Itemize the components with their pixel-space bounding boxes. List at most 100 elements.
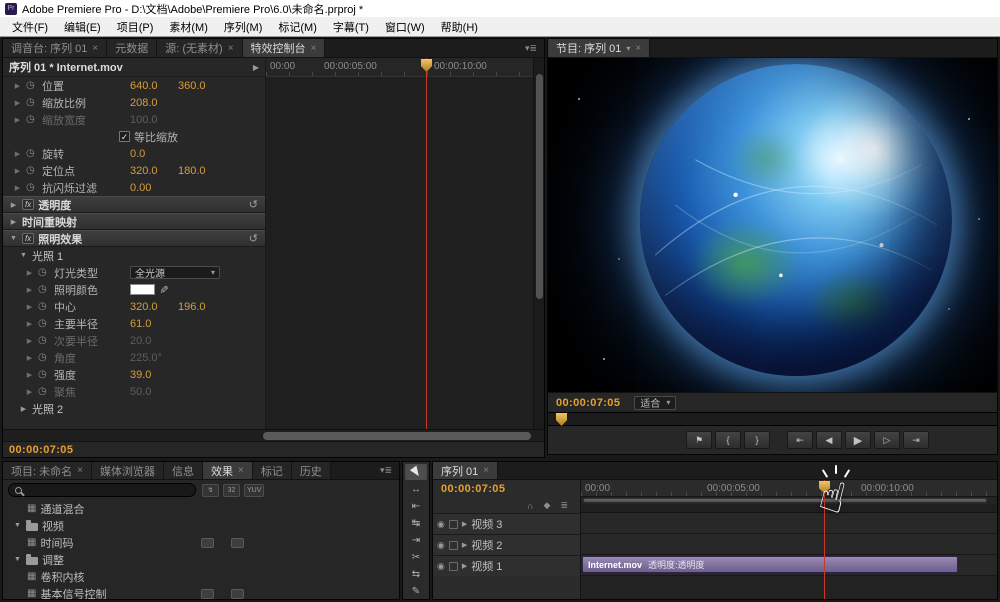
close-icon[interactable]: ×: [238, 465, 244, 476]
expander-icon[interactable]: ▶: [9, 201, 18, 209]
effects-folder-row[interactable]: ▼ 视频: [3, 517, 399, 534]
scrollbar-thumb[interactable]: [536, 74, 543, 299]
effect-item-row[interactable]: ▦ 通道混合: [3, 500, 399, 517]
param-value[interactable]: 360.0: [178, 80, 222, 92]
program-timecode[interactable]: 00:00:07:05: [556, 397, 620, 409]
accelerated-effects-icon[interactable]: ↯: [202, 483, 219, 497]
scrollbar-thumb[interactable]: [263, 432, 531, 440]
panel-menu-icon[interactable]: ▾≣: [518, 39, 544, 57]
expander-icon[interactable]: ▶: [13, 167, 22, 175]
stopwatch-icon[interactable]: ◷: [38, 369, 50, 380]
color-swatch[interactable]: [130, 284, 155, 295]
param-value[interactable]: 320.0: [130, 165, 174, 177]
expander-icon[interactable]: ▶: [462, 520, 467, 528]
work-area-bar[interactable]: [583, 498, 987, 503]
settings-icon[interactable]: ≣: [560, 500, 568, 511]
effects-panel-tab[interactable]: 媒体浏览器: [91, 462, 164, 479]
expander-icon[interactable]: ▶: [25, 320, 34, 328]
param-value[interactable]: 640.0: [130, 80, 174, 92]
param-value[interactable]: 208.0: [130, 97, 174, 109]
stopwatch-icon[interactable]: ◷: [26, 148, 38, 159]
menu-item[interactable]: 序列(M): [216, 17, 271, 37]
stopwatch-icon[interactable]: ◷: [38, 386, 50, 397]
effects-panel-tab[interactable]: 效果 ×: [202, 462, 253, 479]
reset-icon[interactable]: ↺: [249, 232, 258, 245]
current-timecode[interactable]: 00:00:07:05: [9, 444, 73, 456]
effect-group-row[interactable]: ▼ 光照 1: [3, 247, 265, 264]
effects-search-box[interactable]: [8, 483, 196, 497]
stopwatch-icon[interactable]: ◷: [38, 301, 50, 312]
ripple-edit-tool[interactable]: ⇤: [405, 498, 427, 514]
track-output-icon[interactable]: ◉: [437, 561, 445, 572]
stopwatch-icon[interactable]: ◷: [38, 284, 50, 295]
stopwatch-icon[interactable]: ◷: [38, 335, 50, 346]
effect-playhead-line[interactable]: [421, 58, 432, 429]
mark-in-button[interactable]: {: [715, 431, 741, 449]
timeline-timecode[interactable]: 00:00:07:05: [441, 483, 505, 495]
stopwatch-icon[interactable]: ◷: [26, 97, 38, 108]
timeline-tab[interactable]: 序列 01 ×: [433, 462, 499, 479]
stopwatch-icon[interactable]: ◷: [38, 267, 50, 278]
effect-item-row[interactable]: ▦ 时间码: [3, 534, 399, 551]
effect-item-row[interactable]: ▦ 卷积内核: [3, 568, 399, 585]
expander-icon[interactable]: ▶: [13, 99, 22, 107]
expander-icon[interactable]: ▶: [25, 286, 34, 294]
track-output-icon[interactable]: ◉: [437, 519, 445, 530]
stopwatch-icon[interactable]: ◷: [26, 80, 38, 91]
zoom-fit-dropdown[interactable]: 适合 ▾: [634, 395, 677, 410]
stopwatch-icon[interactable]: ◷: [26, 182, 38, 193]
menu-item[interactable]: 素材(M): [161, 17, 216, 37]
expander-icon[interactable]: ▼: [19, 252, 28, 259]
go-to-out-button[interactable]: ⇥: [903, 431, 929, 449]
expander-icon[interactable]: ▶: [25, 371, 34, 379]
track-lane[interactable]: Internet.mov 透明度:透明度: [581, 555, 997, 576]
timeline-clip[interactable]: Internet.mov 透明度:透明度: [582, 556, 958, 573]
close-icon[interactable]: ×: [311, 43, 317, 54]
selection-tool[interactable]: [405, 464, 427, 480]
expander-icon[interactable]: ▶: [25, 303, 34, 311]
chevron-down-icon[interactable]: ▾: [626, 44, 630, 53]
close-icon[interactable]: ×: [228, 43, 234, 54]
effect-controls-tab[interactable]: 元数据: [107, 39, 158, 57]
expander-icon[interactable]: ▼: [9, 235, 18, 242]
timeline-ruler[interactable]: 00:00 00:00:05:00 00:00:10:00: [581, 480, 997, 497]
go-to-in-button[interactable]: ⇤: [787, 431, 813, 449]
effect-controls-tab[interactable]: 特效控制台 ×: [242, 39, 326, 57]
razor-tool[interactable]: ✂: [405, 549, 427, 565]
expander-icon[interactable]: ▶: [25, 388, 34, 396]
program-scrub-bar[interactable]: [548, 412, 997, 426]
track-lane[interactable]: [581, 513, 997, 534]
close-icon[interactable]: ×: [483, 465, 489, 476]
effect-timeline-ruler[interactable]: 00:00 00:00:05:00 00:00:10:00: [266, 58, 533, 77]
pen-tool[interactable]: ✎: [405, 583, 427, 599]
param-value[interactable]: 180.0: [178, 165, 222, 177]
stopwatch-icon[interactable]: ◷: [26, 114, 38, 125]
track-select-tool[interactable]: ↔: [405, 481, 427, 497]
step-forward-button[interactable]: ▷: [874, 431, 900, 449]
track-lane[interactable]: [581, 534, 997, 555]
effects-panel-tab[interactable]: 历史: [291, 462, 331, 479]
reset-icon[interactable]: ↺: [249, 198, 258, 211]
expander-icon[interactable]: ▶: [462, 541, 467, 549]
close-icon[interactable]: ×: [635, 43, 641, 54]
menu-item[interactable]: 窗口(W): [377, 17, 433, 37]
param-value[interactable]: 0.0: [130, 148, 174, 160]
effect-section-row[interactable]: ▶ 时间重映射: [3, 213, 265, 230]
effect-group-row[interactable]: ▶ 光照 2: [3, 400, 265, 417]
snap-icon[interactable]: ∩: [527, 501, 533, 511]
show-timeline-view-icon[interactable]: ▶: [253, 63, 259, 72]
expander-icon[interactable]: ▼: [13, 522, 22, 529]
menu-item[interactable]: 标记(M): [270, 17, 325, 37]
effect-controls-tab[interactable]: 源: (无素材) ×: [157, 39, 243, 57]
yuv-effects-icon[interactable]: YUV: [244, 483, 265, 497]
stopwatch-icon[interactable]: ◷: [26, 165, 38, 176]
effects-panel-tab[interactable]: 项目: 未命名 ×: [3, 462, 92, 479]
track-lock-icon[interactable]: [448, 561, 458, 571]
add-marker-button[interactable]: ⚑: [686, 431, 712, 449]
menu-item[interactable]: 帮助(H): [433, 17, 486, 37]
expander-icon[interactable]: ▶: [25, 337, 34, 345]
stopwatch-icon[interactable]: ◷: [38, 352, 50, 363]
vertical-scrollbar[interactable]: [533, 58, 544, 429]
search-input[interactable]: [27, 484, 189, 496]
menu-item[interactable]: 编辑(E): [56, 17, 109, 37]
